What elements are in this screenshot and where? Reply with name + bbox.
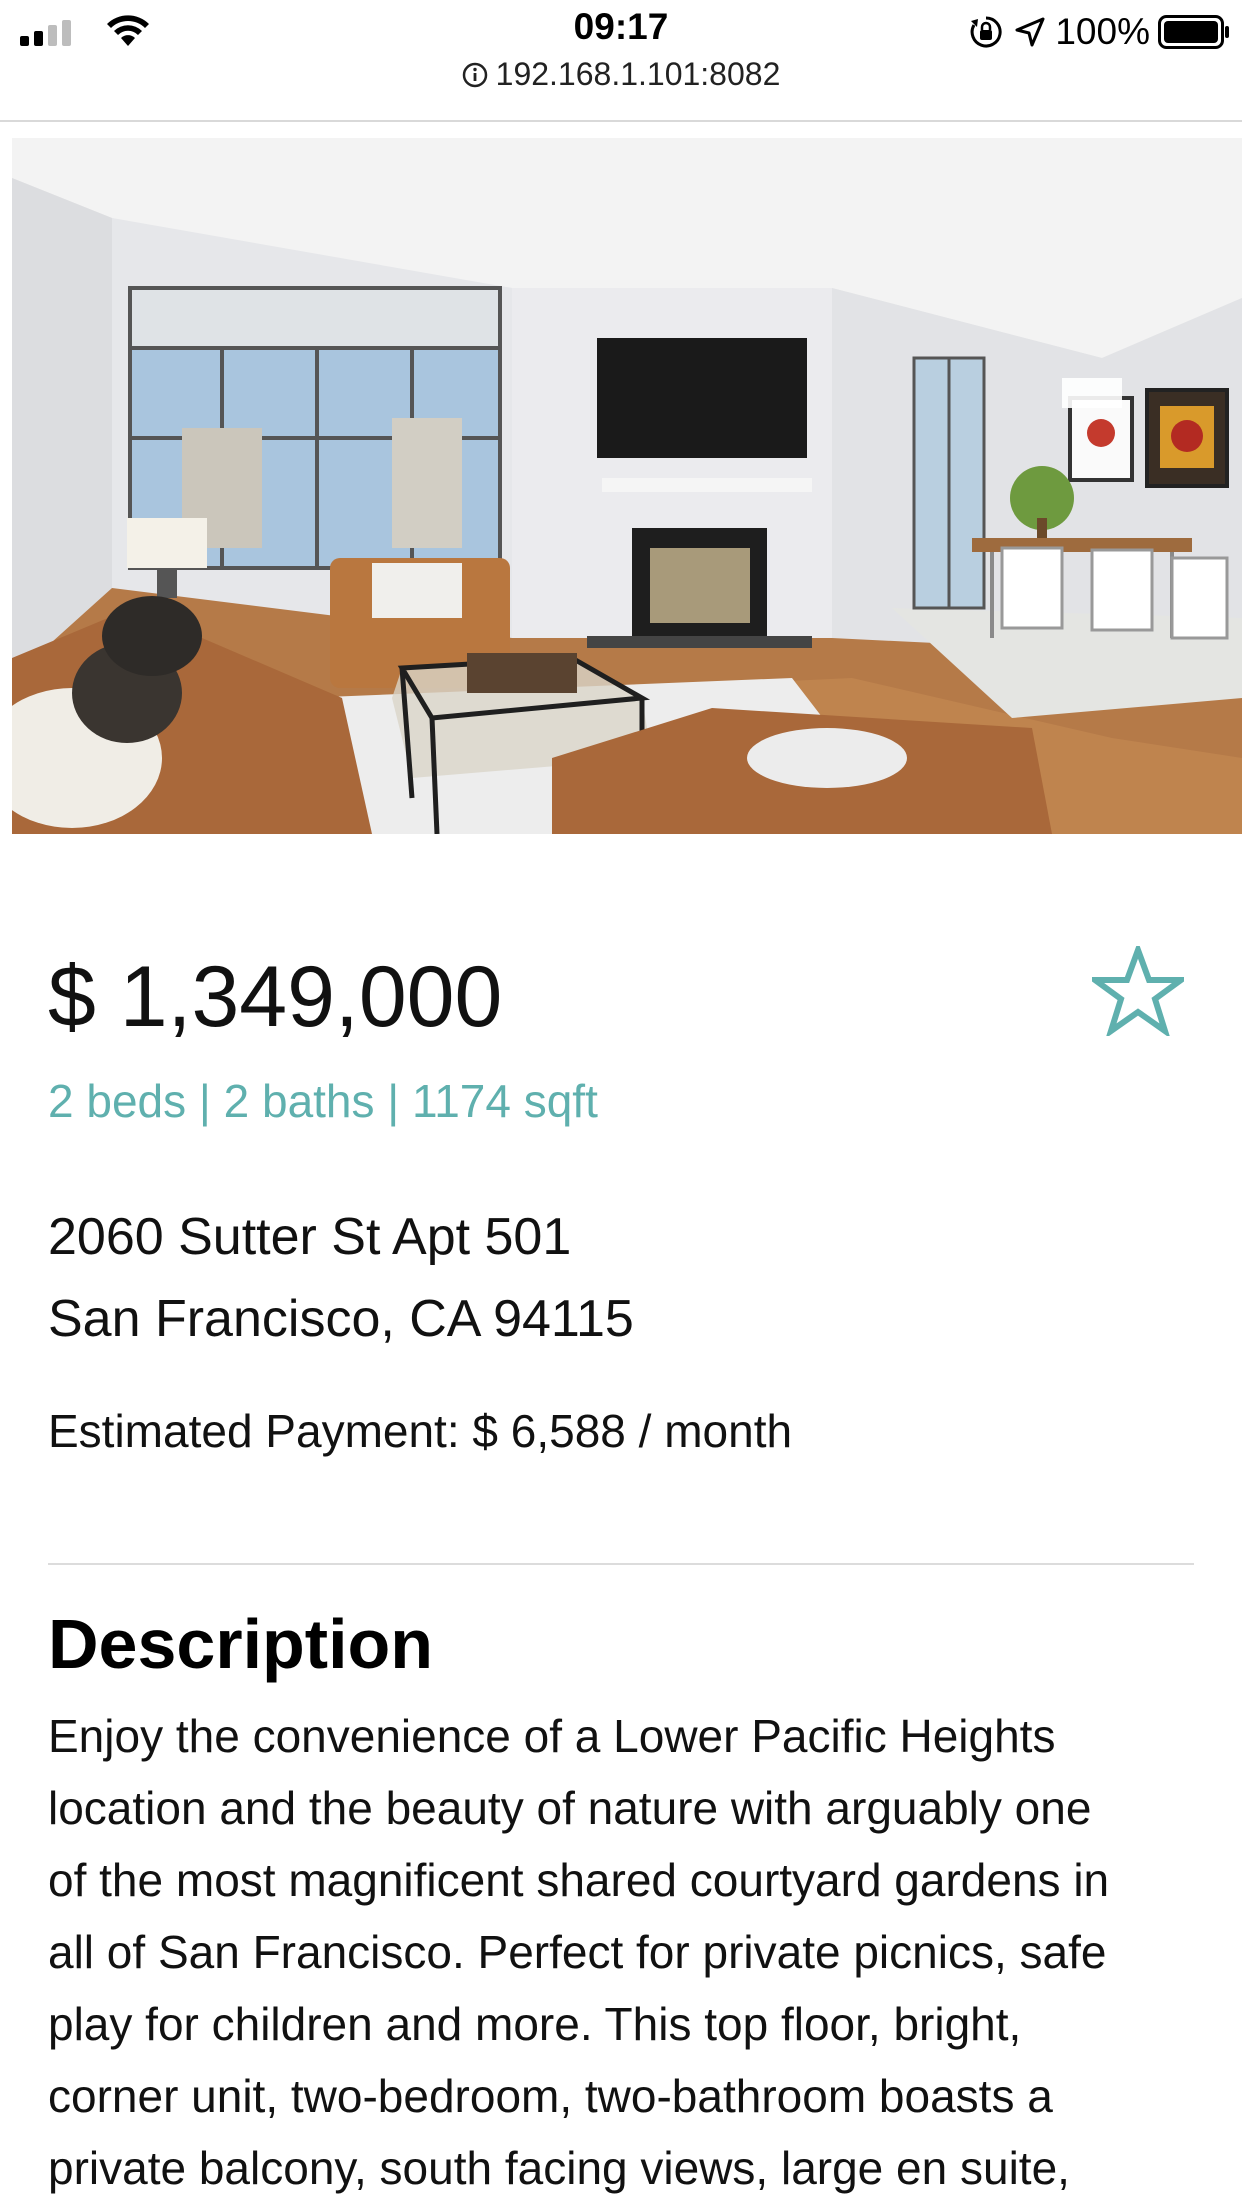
description-line: location and the beauty of nature with a… (48, 1782, 1092, 1834)
description-line: private balcony, south facing views, lar… (48, 2142, 1070, 2194)
info-icon (462, 62, 487, 88)
status-right-group: 100% (969, 10, 1230, 54)
description-line: play for children and more. This top flo… (48, 1998, 1022, 2050)
location-icon (1015, 17, 1045, 47)
orientation-lock-icon (971, 16, 1002, 48)
payment-value: $ 6,588 / month (472, 1405, 793, 1457)
description-line: corner unit, two-bedroom, two-bathroom b… (48, 2070, 1053, 2122)
listing-address: 2060 Sutter St Apt 501 San Francisco, CA… (48, 1196, 634, 1360)
description-heading: Description (48, 1605, 434, 1683)
estimated-payment: Estimated Payment: $ 6,588 / month (48, 1404, 792, 1458)
listing-specs: 2 beds | 2 baths | 1174 sqft (48, 1075, 598, 1127)
star-outline-icon[interactable] (1092, 946, 1184, 1036)
url-text: 192.168.1.101:8082 (495, 56, 781, 92)
section-divider (48, 1563, 1194, 1565)
living-room-photo (12, 138, 1242, 834)
battery-icon (1158, 15, 1229, 49)
address-bar[interactable]: 192.168.1.101:8082 (0, 56, 1242, 93)
payment-label: Estimated Payment: (48, 1405, 460, 1457)
description-line: Enjoy the convenience of a Lower Pacific… (48, 1710, 1056, 1762)
listing-photo[interactable] (12, 138, 1242, 834)
description-text: Enjoy the convenience of a Lower Pacific… (48, 1700, 1228, 2204)
address-line-1: 2060 Sutter St Apt 501 (48, 1208, 572, 1266)
description-line: all of San Francisco. Perfect for privat… (48, 1926, 1107, 1978)
address-line-2: San Francisco, CA 94115 (48, 1290, 634, 1348)
status-bar: 09:17 192.168.1.101:8082 100% (0, 0, 1242, 122)
listing-price: $ 1,349,000 (48, 949, 503, 1045)
description-line: of the most magnificent shared courtyard… (48, 1854, 1110, 1906)
battery-percentage: 100% (1055, 11, 1150, 52)
